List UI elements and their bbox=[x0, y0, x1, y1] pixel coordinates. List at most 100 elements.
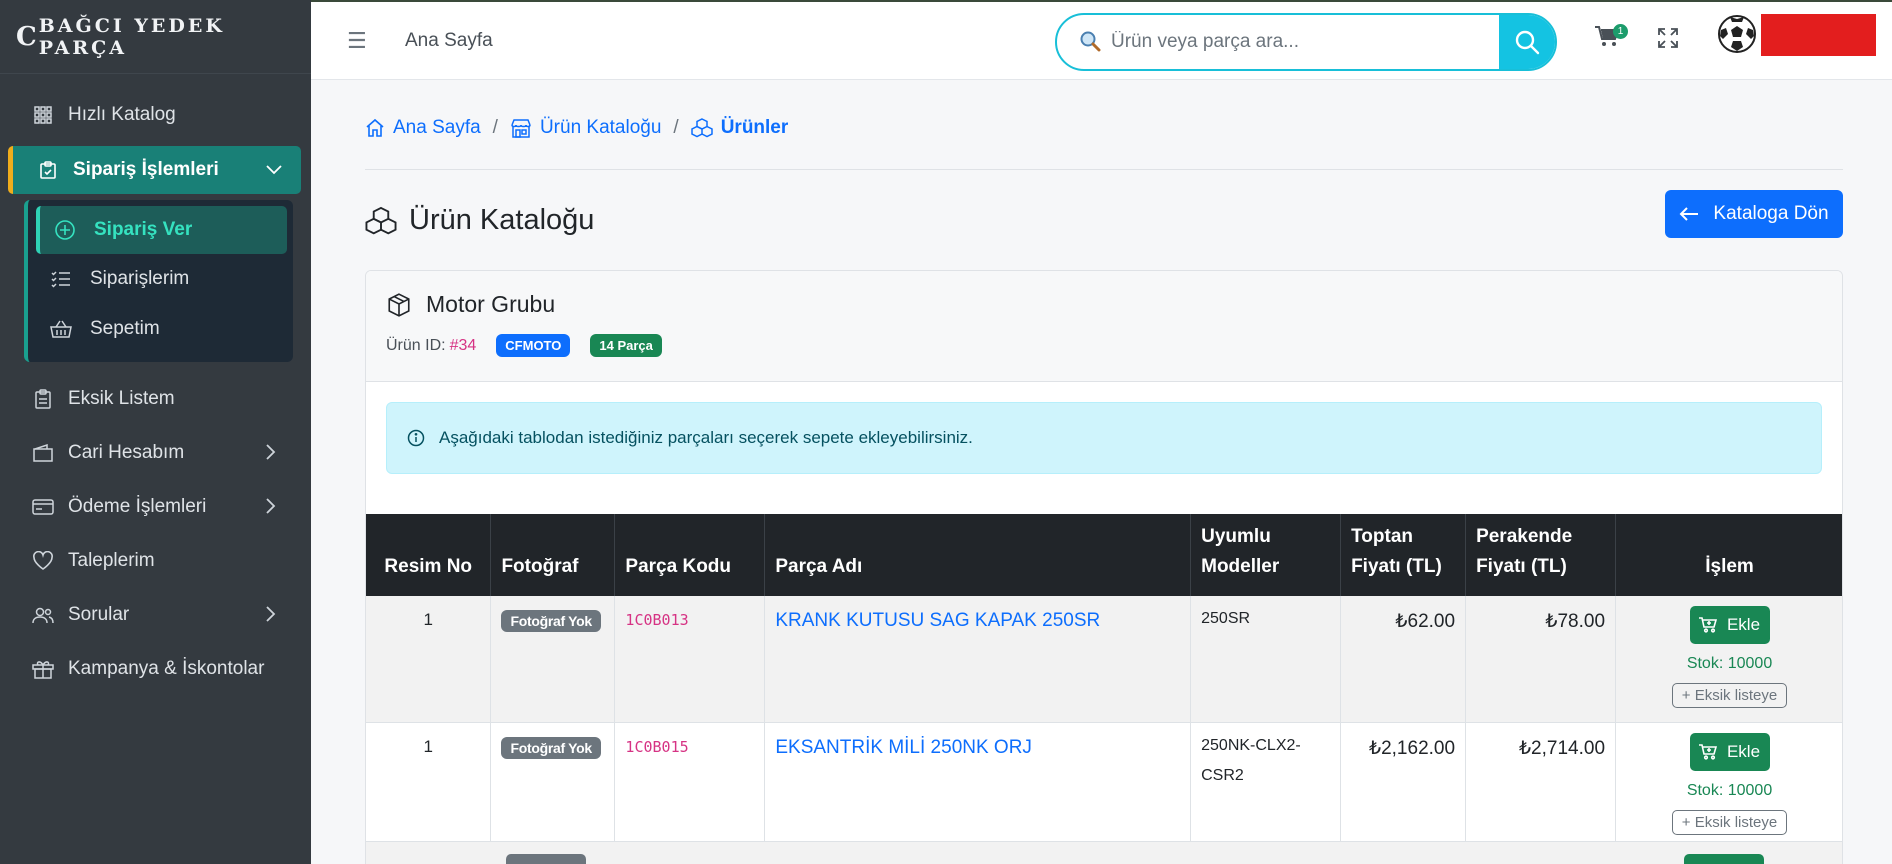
search-input[interactable] bbox=[1057, 15, 1497, 69]
part-name-link[interactable]: KRANK KUTUSU SAG KAPAK 250SR bbox=[775, 610, 1100, 631]
cell-part-name: EKSANTRİK MİLİ 250NK ORJ bbox=[764, 722, 1192, 849]
cell-photo: Fotoğraf Yok bbox=[490, 596, 616, 723]
credit-card-icon bbox=[32, 496, 54, 518]
column-header-retail[interactable]: Perakende Fiyatı (TL) bbox=[1465, 514, 1617, 596]
sidebar-item-payments[interactable]: Ödeme İşlemleri bbox=[0, 480, 311, 534]
retail-price: ₺2,714.00 bbox=[1518, 737, 1606, 759]
submenu-item-my-orders[interactable]: Siparişlerim bbox=[28, 254, 293, 304]
column-header-part-name[interactable]: Parça Adı bbox=[764, 514, 1192, 596]
breadcrumb-products: Ürünler bbox=[690, 117, 788, 139]
add-to-cart-button[interactable]: Ekle bbox=[1689, 732, 1770, 771]
column-header-models[interactable]: Uyumlu Modeller bbox=[1190, 514, 1342, 596]
basket-icon bbox=[50, 318, 72, 340]
search-bar bbox=[1055, 13, 1557, 71]
sidebar-item-label: Hızlı Katalog bbox=[68, 104, 176, 125]
breadcrumb-separator: / bbox=[492, 116, 498, 138]
football-avatar-icon bbox=[1718, 15, 1756, 53]
sidebar-item-requests[interactable]: Taleplerim bbox=[0, 534, 311, 588]
model-line: CSR2 bbox=[1201, 766, 1244, 784]
product-card: Motor Grubu Ürün ID: #34 CFMOTO 14 Parça… bbox=[365, 270, 1843, 864]
search-button-icon bbox=[1515, 30, 1540, 55]
shop-icon bbox=[510, 118, 532, 138]
main-content: Ana Sayfa / Ürün Kataloğu / Ürünler Ürün… bbox=[365, 80, 1843, 268]
sidebar-item-quick-catalog[interactable]: Hızlı Katalog bbox=[0, 88, 311, 142]
sidebar-item-account[interactable]: Cari Hesabım bbox=[0, 426, 311, 480]
sidebar-item-missing-list[interactable]: Eksik Listem bbox=[0, 372, 311, 426]
sidebar-item-order-operations[interactable]: Sipariş İşlemleri bbox=[8, 146, 301, 194]
brand-logo[interactable]: C BAĞCI YEDEK PARÇA bbox=[0, 0, 311, 74]
sidebar-item-campaigns[interactable]: Kampanya & İskontolar bbox=[0, 642, 311, 696]
compatible-models: 250SR bbox=[1201, 604, 1330, 634]
boxes-icon bbox=[690, 117, 713, 138]
cell-wholesale-price: ₺2,162.00 bbox=[1340, 722, 1467, 849]
avatar[interactable] bbox=[1717, 14, 1757, 54]
box-icon bbox=[386, 292, 412, 318]
column-header-image-no[interactable]: Resim No bbox=[366, 514, 492, 596]
info-circle-icon bbox=[407, 429, 425, 447]
add-to-missing-list-button[interactable]: + Eksik listeye bbox=[1671, 809, 1788, 835]
breadcrumb-home[interactable]: Ana Sayfa bbox=[365, 117, 481, 139]
table-row: 1 Fotoğraf Yok 1C0B015 EKSANTRİK MİLİ 25… bbox=[366, 722, 1842, 849]
clipboard-check-icon bbox=[37, 159, 59, 181]
submenu-item-cart[interactable]: Sepetim bbox=[28, 304, 293, 354]
cell-action: Ekle Stok: 10000 + Eksik listeye bbox=[1615, 722, 1842, 849]
add-to-missing-list-button[interactable]: + Eksik listeye bbox=[1671, 683, 1788, 708]
add-button-label: Ekle bbox=[1726, 741, 1761, 761]
add-to-cart-button[interactable]: Ekle bbox=[1689, 606, 1770, 644]
table-header-row: Resim No Fotoğraf Parça Kodu Parça Adı U… bbox=[366, 514, 1842, 596]
card-title-text: Motor Grubu bbox=[426, 291, 556, 317]
menu-toggle-icon[interactable]: ☰ bbox=[347, 28, 367, 54]
sidebar-item-label: Eksik Listem bbox=[68, 388, 175, 409]
cell-part-code: 1C0B015 bbox=[614, 722, 766, 849]
header-line: Modeller bbox=[1201, 556, 1280, 577]
add-to-cart-button-partial[interactable] bbox=[1684, 854, 1764, 864]
heart-icon bbox=[32, 550, 54, 572]
wholesale-price: ₺62.00 bbox=[1395, 611, 1456, 632]
sidebar-item-label: Ödeme İşlemleri bbox=[68, 496, 207, 517]
fullscreen-button[interactable] bbox=[1657, 27, 1679, 54]
part-code: 1C0B015 bbox=[625, 737, 689, 756]
gift-icon bbox=[32, 658, 54, 680]
cell-image-no: 1 bbox=[366, 722, 492, 849]
cart-plus-icon bbox=[1698, 617, 1717, 633]
breadcrumb-catalog[interactable]: Ürün Kataloğu bbox=[510, 117, 661, 139]
cell-models: 250SR bbox=[1190, 596, 1342, 723]
submenu-item-place-order[interactable]: Sipariş Ver bbox=[36, 206, 287, 254]
part-count-badge: 14 Parça bbox=[590, 334, 662, 357]
arrow-left-icon bbox=[1680, 207, 1699, 221]
sidebar-item-questions[interactable]: Sorular bbox=[0, 588, 311, 642]
header-title: Ana Sayfa bbox=[405, 30, 493, 51]
submenu-item-label: Siparişlerim bbox=[90, 268, 190, 289]
breadcrumb-label: Ürün Kataloğu bbox=[539, 116, 662, 138]
stock-label: Stok: 10000 bbox=[1686, 781, 1773, 799]
add-button-label: Ekle bbox=[1726, 615, 1761, 634]
sidebar-item-label: Kampanya & İskontolar bbox=[68, 658, 265, 679]
column-header-wholesale[interactable]: Toptan Fiyatı (TL) bbox=[1340, 514, 1467, 596]
list-check-icon bbox=[50, 268, 72, 290]
no-photo-badge: Fotoğraf Yok bbox=[501, 736, 601, 759]
part-name-link[interactable]: EKSANTRİK MİLİ 250NK ORJ bbox=[775, 737, 1032, 758]
info-alert-text: Aşağıdaki tablodan istediğiniz parçaları… bbox=[439, 428, 973, 447]
submenu-item-label: Sepetim bbox=[90, 318, 160, 339]
cart-button[interactable]: 1 bbox=[1595, 24, 1628, 53]
cell-action: Ekle Stok: 10000 + Eksik listeye bbox=[1615, 596, 1842, 723]
cell-models: 250NK-CLX2- CSR2 bbox=[1190, 722, 1342, 849]
brand-badge: CFMOTO bbox=[496, 334, 571, 357]
header-line: Toptan bbox=[1351, 526, 1413, 547]
stock-label: Stok: 10000 bbox=[1686, 655, 1773, 672]
back-button-label: Kataloga Dön bbox=[1713, 203, 1829, 224]
column-header-photo[interactable]: Fotoğraf bbox=[490, 514, 616, 596]
cell-image-no: 1 bbox=[366, 596, 492, 723]
column-header-action[interactable]: İşlem bbox=[1615, 514, 1842, 596]
breadcrumb: Ana Sayfa / Ürün Kataloğu / Ürünler bbox=[365, 80, 1843, 170]
sidebar-item-label: Sorular bbox=[68, 604, 130, 625]
search-button[interactable] bbox=[1499, 15, 1555, 69]
cell-part-code: 1C0B013 bbox=[614, 596, 766, 723]
chevron-down-icon bbox=[265, 160, 283, 184]
sidebar-item-label: Cari Hesabım bbox=[68, 442, 185, 463]
cell-part-name: KRANK KUTUSU SAG KAPAK 250SR bbox=[764, 596, 1192, 723]
back-to-catalog-button[interactable]: Kataloga Dön bbox=[1665, 190, 1843, 238]
column-header-part-code[interactable]: Parça Kodu bbox=[614, 514, 766, 596]
wallet-icon bbox=[32, 442, 54, 464]
header-line: Fiyatı (TL) bbox=[1476, 556, 1567, 577]
